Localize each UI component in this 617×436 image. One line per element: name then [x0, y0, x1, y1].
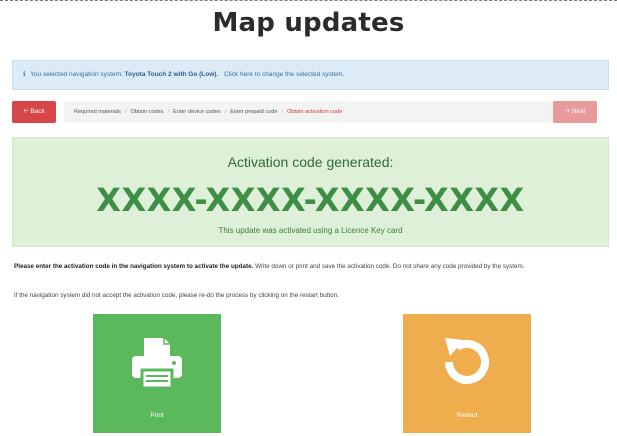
next-button[interactable]: 🡢 Next — [553, 101, 597, 123]
selected-system-info-bar: ℹ You selected navigation system: Toyota… — [12, 60, 609, 90]
step-enter-prepaid-code: Enter prepaid code — [230, 109, 278, 115]
next-button-label: Next — [571, 108, 586, 115]
activation-code-panel: Activation code generated: XXXX-XXXX-XXX… — [12, 137, 609, 247]
step-separator: / — [124, 109, 127, 115]
info-icon: ℹ — [23, 71, 26, 78]
back-button-label: Back — [30, 108, 45, 115]
print-button[interactable]: Print — [93, 314, 221, 433]
step-required-materials: Required materials — [74, 109, 121, 115]
step-enter-device-codes: Enter device codes — [173, 109, 221, 115]
back-button[interactable]: 🡠 Back — [12, 101, 56, 123]
selected-system-name: Toyota Touch 2 with Go (Low). — [124, 71, 219, 78]
step-obtain-activation-code: Obtain activation code — [287, 109, 343, 115]
arrow-right-icon: 🡢 — [564, 108, 571, 115]
top-dashed-border — [0, 0, 617, 1]
step-separator: / — [167, 109, 170, 115]
arrow-left-icon: 🡠 — [23, 108, 29, 115]
restart-button[interactable]: Restart — [403, 314, 531, 433]
instructions-rest: Write down or print and save the activat… — [253, 263, 525, 270]
restart-icon — [445, 338, 489, 384]
printer-icon — [132, 338, 182, 390]
print-button-label: Print — [150, 412, 164, 419]
wizard-navigation: 🡠 Back Required materials / Obtain codes / E… — [12, 101, 609, 123]
instructions-bold: Please enter the activation code in the … — [14, 263, 254, 270]
step-separator: / — [281, 109, 284, 115]
activation-instructions: Please enter the activation code in the … — [14, 262, 598, 272]
step-obtain-codes: Obtain codes — [130, 109, 164, 115]
info-prefix: You selected navigation system: — [30, 71, 123, 78]
step-separator: / — [224, 109, 227, 115]
activation-code-value: XXXX-XXXX-XXXX-XXXX — [96, 181, 525, 219]
retry-instructions: If the navigation system did not accept … — [14, 292, 339, 299]
restart-button-label: Restart — [456, 412, 478, 419]
activation-note: This update was activated using a Licenc… — [218, 226, 403, 235]
change-system-link[interactable]: Click here to change the selected system… — [224, 71, 344, 78]
page-title: Map updates — [212, 8, 405, 38]
wizard-steps-breadcrumb: Required materials / Obtain codes / Enter de… — [64, 101, 554, 123]
activation-code-heading: Activation code generated: — [227, 154, 394, 170]
